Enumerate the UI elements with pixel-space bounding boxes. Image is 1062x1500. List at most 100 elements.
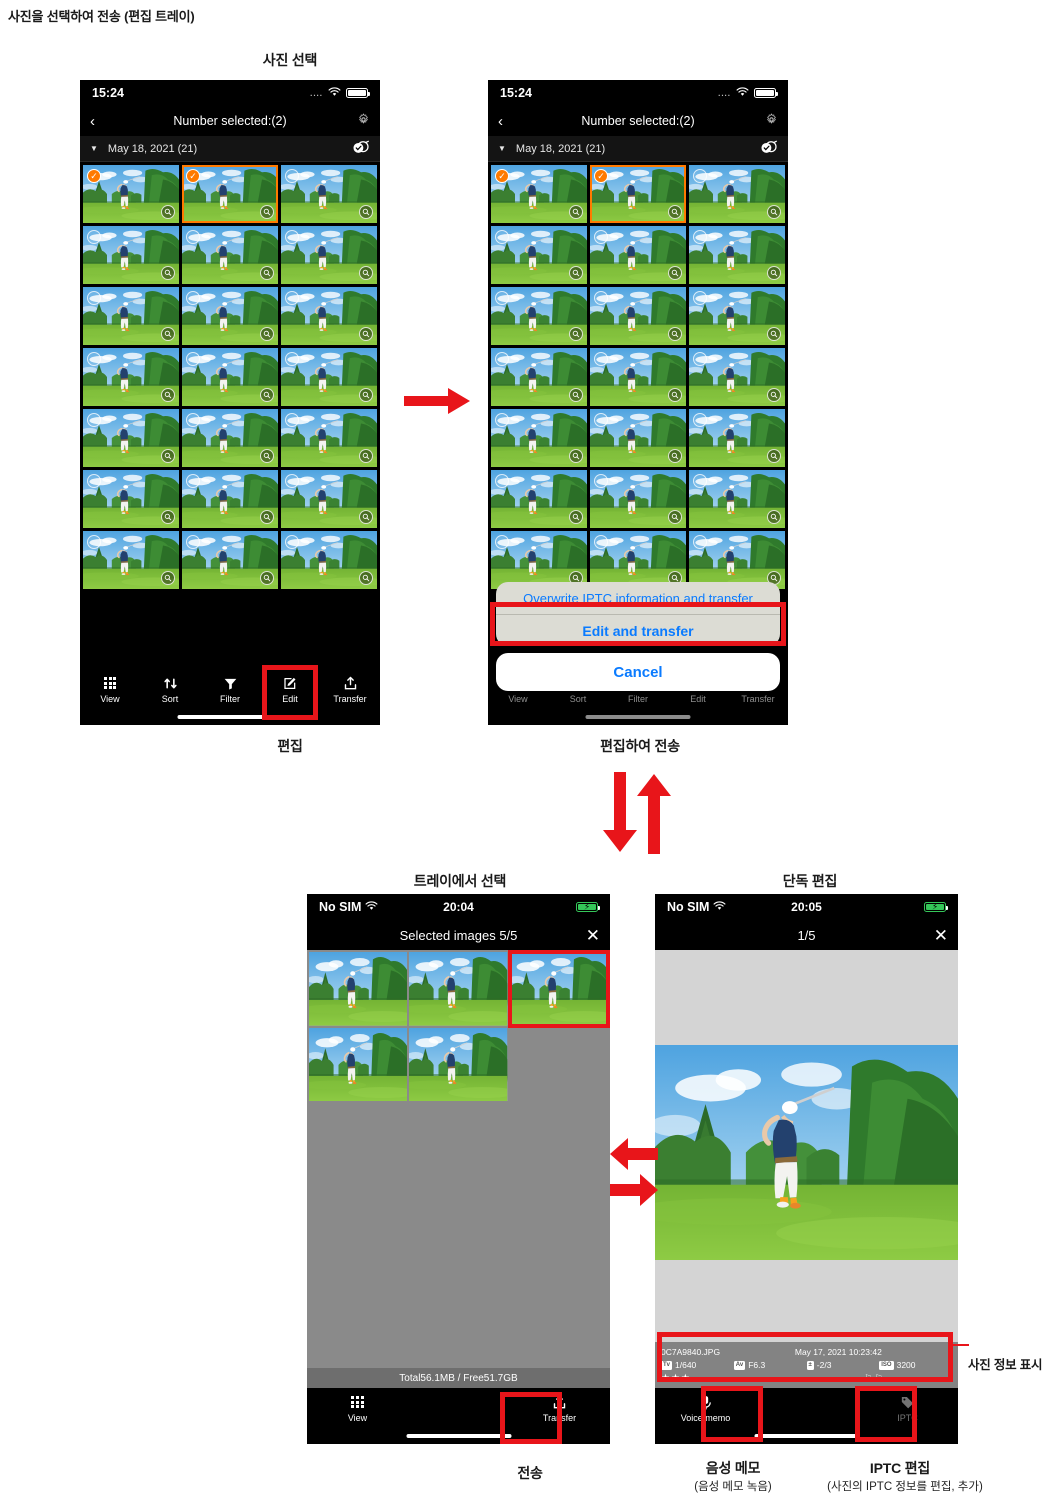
- photo-thumbnail[interactable]: ✓: [491, 531, 587, 589]
- magnify-icon[interactable]: [359, 205, 373, 220]
- star-rating[interactable]: ★★★: [661, 1373, 795, 1384]
- photo-thumbnail[interactable]: ✓: [281, 287, 377, 345]
- photo-thumbnail[interactable]: ✓: [491, 470, 587, 528]
- magnify-icon[interactable]: [161, 327, 175, 342]
- photo-thumbnail[interactable]: ✓: [182, 531, 278, 589]
- back-button[interactable]: ‹: [498, 114, 503, 129]
- edit-canvas[interactable]: 0C7A9840.JPG May 17, 2021 10:23:42 Tv 1/…: [655, 950, 958, 1388]
- overwrite-iptc-and-transfer-button[interactable]: Overwrite IPTC information and transfer: [496, 582, 780, 614]
- unchecked-icon[interactable]: ✓: [285, 291, 299, 306]
- date-bar[interactable]: ▼ May 18, 2021 (21): [488, 136, 788, 162]
- unchecked-icon[interactable]: ✓: [693, 169, 707, 183]
- photo-thumbnail[interactable]: ✓: [182, 409, 278, 467]
- photo-thumbnail[interactable]: ✓: [689, 470, 785, 528]
- photo-thumbnail[interactable]: ✓: [281, 165, 377, 223]
- unchecked-icon[interactable]: ✓: [285, 352, 299, 367]
- date-bar[interactable]: ▼ May 18, 2021 (21): [80, 136, 380, 162]
- magnify-icon[interactable]: [161, 205, 175, 220]
- photo-thumbnail[interactable]: ✓: [590, 226, 686, 284]
- photo-thumbnail[interactable]: ✓: [491, 226, 587, 284]
- tab-view[interactable]: View: [80, 675, 140, 704]
- unchecked-icon[interactable]: ✓: [594, 352, 608, 367]
- gear-icon[interactable]: [357, 113, 370, 129]
- unchecked-icon[interactable]: ✓: [693, 352, 707, 367]
- unchecked-icon[interactable]: ✓: [87, 352, 101, 367]
- magnify-icon[interactable]: [359, 327, 373, 342]
- magnify-icon[interactable]: [767, 205, 781, 220]
- gear-icon[interactable]: [765, 113, 778, 129]
- preview-photo[interactable]: [655, 1045, 958, 1260]
- cancel-button[interactable]: Cancel: [496, 653, 780, 691]
- photo-thumbnail[interactable]: ✓: [590, 348, 686, 406]
- photo-thumbnail[interactable]: ✓: [182, 226, 278, 284]
- magnify-icon[interactable]: [569, 266, 583, 281]
- photo-thumbnail[interactable]: ✓: [281, 409, 377, 467]
- magnify-icon[interactable]: [359, 266, 373, 281]
- tab-iptc[interactable]: IPTC: [857, 1394, 958, 1423]
- photo-thumbnail[interactable]: ✓: [182, 287, 278, 345]
- magnify-icon[interactable]: [260, 266, 274, 281]
- magnify-icon[interactable]: [668, 327, 682, 342]
- unchecked-icon[interactable]: ✓: [594, 230, 608, 245]
- unchecked-icon[interactable]: ✓: [87, 291, 101, 306]
- magnify-icon[interactable]: [260, 327, 274, 342]
- close-icon[interactable]: ✕: [586, 927, 600, 944]
- photo-thumbnail[interactable]: ✓: [281, 226, 377, 284]
- unchecked-icon[interactable]: ✓: [87, 230, 101, 245]
- photo-grid[interactable]: ✓✓✓✓✓✓✓✓✓✓✓✓✓✓✓✓✓✓✓✓✓: [80, 162, 380, 593]
- photo-thumbnail[interactable]: ✓: [182, 348, 278, 406]
- close-icon[interactable]: ✕: [934, 927, 948, 944]
- tab-view[interactable]: View: [307, 1394, 408, 1423]
- magnify-icon[interactable]: [668, 266, 682, 281]
- magnify-icon[interactable]: [161, 266, 175, 281]
- magnify-icon[interactable]: [767, 266, 781, 281]
- photo-thumbnail[interactable]: ✓: [83, 165, 179, 223]
- photo-thumbnail[interactable]: ✓: [281, 348, 377, 406]
- unchecked-icon[interactable]: ✓: [186, 230, 200, 245]
- unchecked-icon[interactable]: ✓: [495, 352, 509, 367]
- unchecked-icon[interactable]: ✓: [285, 230, 299, 245]
- tab-filter[interactable]: Filter: [200, 675, 260, 704]
- checked-icon[interactable]: ✓: [594, 169, 608, 183]
- photo-thumbnail[interactable]: ✓: [689, 348, 785, 406]
- chevron-down-icon[interactable]: ▼: [90, 144, 98, 153]
- tab-sort[interactable]: Sort: [140, 675, 200, 704]
- unchecked-icon[interactable]: ✓: [186, 291, 200, 306]
- select-all-icon[interactable]: [761, 140, 778, 158]
- photo-thumbnail[interactable]: ✓: [83, 531, 179, 589]
- photo-thumbnail[interactable]: ✓: [590, 409, 686, 467]
- magnify-icon[interactable]: [767, 327, 781, 342]
- photo-thumbnail[interactable]: ✓: [689, 409, 785, 467]
- magnify-icon[interactable]: [668, 205, 682, 220]
- tray-thumbnail[interactable]: [507, 950, 610, 1028]
- tray-grid[interactable]: [307, 950, 610, 1104]
- photo-thumbnail[interactable]: ✓: [83, 287, 179, 345]
- tray-thumbnail[interactable]: [309, 952, 408, 1026]
- photo-thumbnail[interactable]: ✓: [281, 470, 377, 528]
- checked-icon[interactable]: ✓: [186, 169, 200, 183]
- tab-edit[interactable]: Edit: [260, 675, 320, 704]
- unchecked-icon[interactable]: ✓: [495, 291, 509, 306]
- tray-thumbnail[interactable]: [309, 1027, 408, 1102]
- photo-thumbnail[interactable]: ✓: [590, 531, 686, 589]
- photo-thumbnail[interactable]: ✓: [182, 470, 278, 528]
- photo-thumbnail[interactable]: ✓: [83, 348, 179, 406]
- chevron-down-icon[interactable]: ▼: [498, 144, 506, 153]
- photo-thumbnail[interactable]: ✓: [689, 165, 785, 223]
- photo-thumbnail[interactable]: ✓: [83, 409, 179, 467]
- tray-thumbnail[interactable]: [409, 952, 508, 1026]
- magnify-icon[interactable]: [260, 205, 274, 220]
- photo-thumbnail[interactable]: ✓: [689, 531, 785, 589]
- photo-thumbnail[interactable]: ✓: [491, 165, 587, 223]
- photo-thumbnail[interactable]: ✓: [590, 287, 686, 345]
- photo-thumbnail[interactable]: ✓: [83, 470, 179, 528]
- photo-thumbnail[interactable]: ✓: [491, 348, 587, 406]
- back-button[interactable]: ‹: [90, 114, 95, 129]
- photo-thumbnail[interactable]: ✓: [590, 165, 686, 224]
- checked-icon[interactable]: ✓: [495, 169, 509, 183]
- magnify-icon[interactable]: [569, 327, 583, 342]
- unchecked-icon[interactable]: ✓: [594, 291, 608, 306]
- photo-thumbnail[interactable]: ✓: [83, 226, 179, 284]
- tab-transfer[interactable]: Transfer: [509, 1394, 610, 1423]
- tab-transfer[interactable]: Transfer: [320, 675, 380, 704]
